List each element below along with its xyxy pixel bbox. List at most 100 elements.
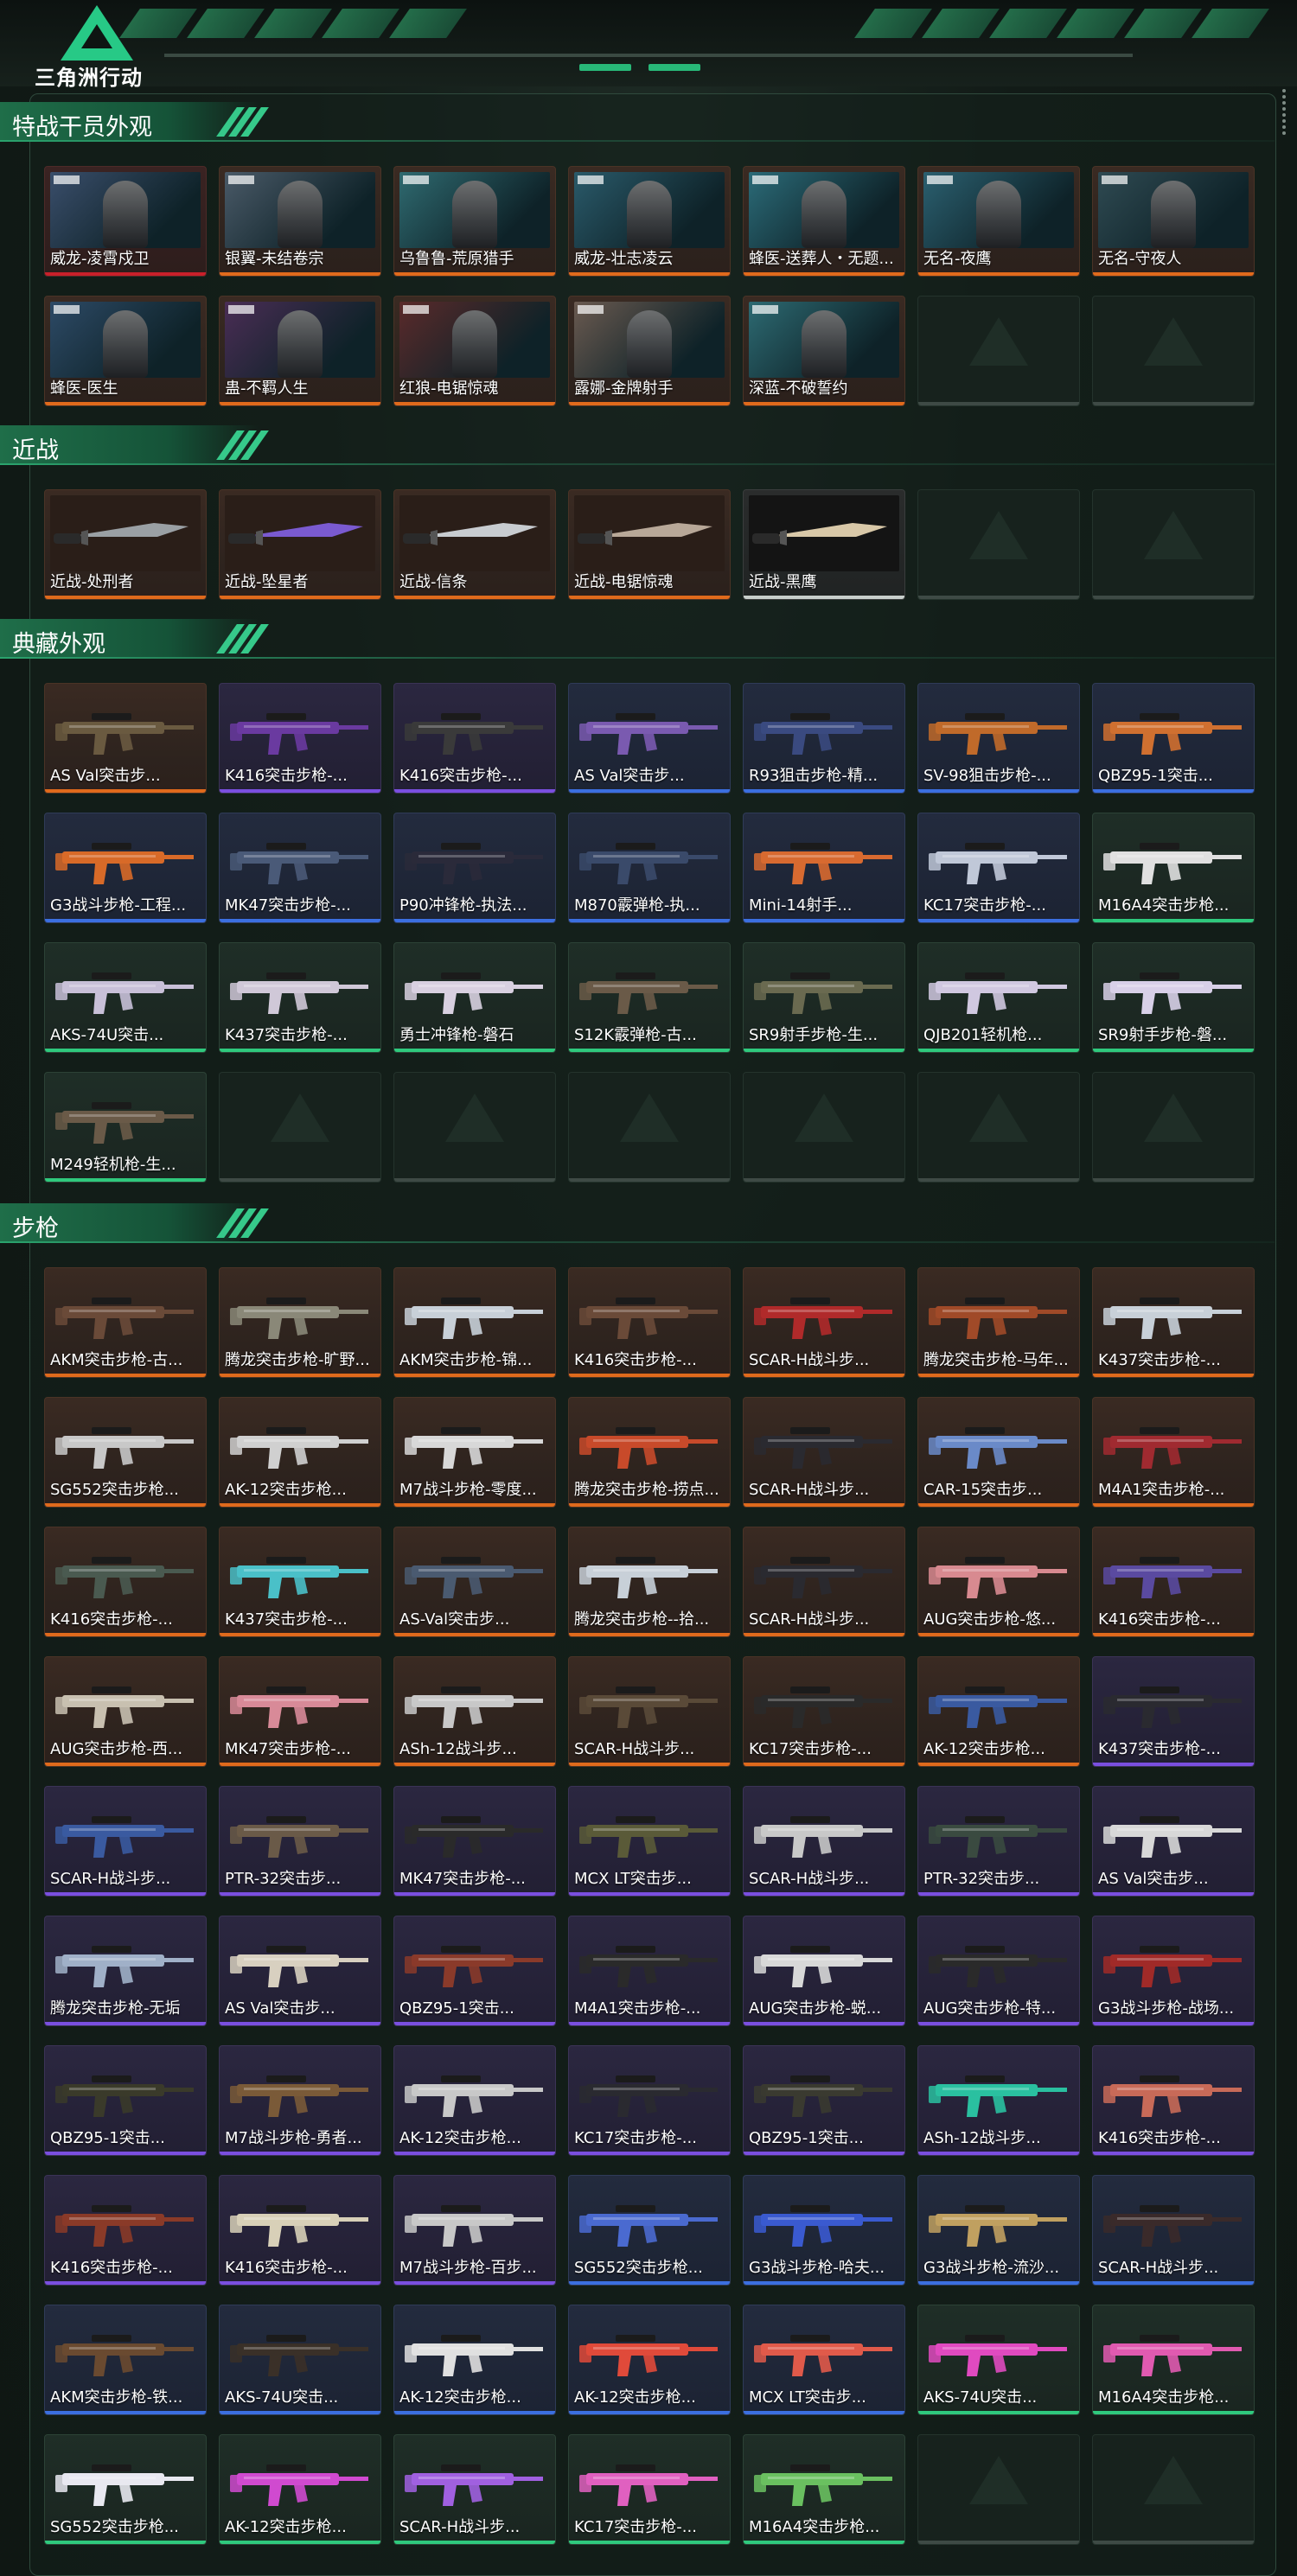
- skin-card[interactable]: AKM突击步枪-锦...: [393, 1267, 556, 1378]
- skin-card[interactable]: QJB201轻机枪...: [917, 942, 1080, 1053]
- skin-card[interactable]: 近战-电锯惊魂: [568, 489, 731, 600]
- skin-card[interactable]: K437突击步枪-...: [1092, 1656, 1255, 1767]
- skin-card[interactable]: 腾龙突击步枪-马年...: [917, 1267, 1080, 1378]
- skin-card[interactable]: AUG突击步枪-西...: [44, 1656, 207, 1767]
- skin-card[interactable]: SCAR-H战斗步...: [743, 1527, 905, 1637]
- skin-card[interactable]: AK-12突击步枪...: [568, 2305, 731, 2415]
- skin-card[interactable]: AS Val突击步...: [1092, 1786, 1255, 1897]
- skin-card[interactable]: MK47突击步枪-...: [219, 813, 381, 923]
- skin-card[interactable]: MCX LT突击步...: [568, 1786, 731, 1897]
- skin-card[interactable]: 无名-守夜人: [1092, 166, 1255, 277]
- skin-card[interactable]: SCAR-H战斗步...: [743, 1397, 905, 1508]
- skin-card[interactable]: M870霰弹枪-执...: [568, 813, 731, 923]
- skin-card[interactable]: SG552突击步枪...: [568, 2175, 731, 2286]
- skin-card[interactable]: G3战斗步枪-战场...: [1092, 1916, 1255, 2026]
- skin-card[interactable]: SV-98狙击步枪-...: [917, 683, 1080, 794]
- skin-card[interactable]: AUG突击步枪-特...: [917, 1916, 1080, 2026]
- skin-card[interactable]: M249轻机枪-生...: [44, 1072, 207, 1183]
- skin-card[interactable]: K416突击步枪-...: [44, 1527, 207, 1637]
- skin-card[interactable]: K437突击步枪-...: [1092, 1267, 1255, 1378]
- skin-card[interactable]: M4A1突击步枪-...: [568, 1916, 731, 2026]
- skin-card[interactable]: K416突击步枪-...: [219, 2175, 381, 2286]
- skin-card[interactable]: 威龙-壮志凌云: [568, 166, 731, 277]
- skin-card[interactable]: AS-Val突击步...: [393, 1527, 556, 1637]
- skin-card[interactable]: AKS-74U突击...: [219, 2305, 381, 2415]
- skin-card[interactable]: Mini-14射手...: [743, 813, 905, 923]
- skin-card[interactable]: QBZ95-1突击...: [1092, 683, 1255, 794]
- skin-card[interactable]: 蜂医-医生: [44, 296, 207, 406]
- skin-card[interactable]: AKS-74U突击...: [44, 942, 207, 1053]
- skin-card[interactable]: ASh-12战斗步...: [917, 2045, 1080, 2156]
- skin-card[interactable]: KC17突击步枪-...: [743, 1656, 905, 1767]
- skin-card[interactable]: K437突击步枪-...: [219, 1527, 381, 1637]
- scrollbar-indicator[interactable]: [1281, 86, 1287, 137]
- skin-card[interactable]: M16A4突击步枪...: [743, 2434, 905, 2545]
- skin-card[interactable]: 勇士冲锋枪-磐石: [393, 942, 556, 1053]
- skin-card[interactable]: SCAR-H战斗步...: [44, 1786, 207, 1897]
- skin-card[interactable]: 近战-处刑者: [44, 489, 207, 600]
- skin-card[interactable]: M7战斗步枪-零度...: [393, 1397, 556, 1508]
- skin-card[interactable]: AKS-74U突击...: [917, 2305, 1080, 2415]
- skin-card[interactable]: S12K霰弹枪-古...: [568, 942, 731, 1053]
- skin-card[interactable]: KC17突击步枪-...: [568, 2434, 731, 2545]
- skin-card[interactable]: SR9射手步枪-生...: [743, 942, 905, 1053]
- skin-card[interactable]: K416突击步枪-...: [1092, 2045, 1255, 2156]
- skin-card[interactable]: MK47突击步枪-...: [219, 1656, 381, 1767]
- skin-card[interactable]: SG552突击步枪...: [44, 1397, 207, 1508]
- skin-card[interactable]: K416突击步枪-...: [568, 1267, 731, 1378]
- skin-card[interactable]: P90冲锋枪-执法...: [393, 813, 556, 923]
- skin-card[interactable]: AK-12突击步枪...: [917, 1656, 1080, 1767]
- skin-card[interactable]: AKM突击步枪-铁...: [44, 2305, 207, 2415]
- skin-card[interactable]: R93狙击步枪-精...: [743, 683, 905, 794]
- skin-card[interactable]: 蛊-不羁人生: [219, 296, 381, 406]
- skin-card[interactable]: QBZ95-1突击...: [44, 2045, 207, 2156]
- skin-card[interactable]: MCX LT突击步...: [743, 2305, 905, 2415]
- skin-card[interactable]: KC17突击步枪-...: [568, 2045, 731, 2156]
- skin-card[interactable]: K416突击步枪-...: [219, 683, 381, 794]
- skin-card[interactable]: AK-12突击步枪...: [219, 2434, 381, 2545]
- skin-card[interactable]: 露娜-金牌射手: [568, 296, 731, 406]
- skin-card[interactable]: G3战斗步枪-工程...: [44, 813, 207, 923]
- skin-card[interactable]: K416突击步枪-...: [1092, 1527, 1255, 1637]
- skin-card[interactable]: CAR-15突击步...: [917, 1397, 1080, 1508]
- skin-card[interactable]: AUG突击步枪-悠...: [917, 1527, 1080, 1637]
- skin-card[interactable]: SCAR-H战斗步...: [393, 2434, 556, 2545]
- skin-card[interactable]: 蜂医-送葬人・无题...: [743, 166, 905, 277]
- skin-card[interactable]: ASh-12战斗步...: [393, 1656, 556, 1767]
- skin-card[interactable]: M7战斗步枪-勇者...: [219, 2045, 381, 2156]
- skin-card[interactable]: SCAR-H战斗步...: [743, 1786, 905, 1897]
- skin-card[interactable]: SCAR-H战斗步...: [1092, 2175, 1255, 2286]
- skin-card[interactable]: 腾龙突击步枪--拾...: [568, 1527, 731, 1637]
- skin-card[interactable]: 腾龙突击步枪-旷野...: [219, 1267, 381, 1378]
- skin-card[interactable]: 红狼-电锯惊魂: [393, 296, 556, 406]
- skin-card[interactable]: MK47突击步枪-...: [393, 1786, 556, 1897]
- skin-card[interactable]: PTR-32突击步...: [917, 1786, 1080, 1897]
- skin-card[interactable]: AS Val突击步...: [568, 683, 731, 794]
- skin-card[interactable]: 银翼-未结卷宗: [219, 166, 381, 277]
- skin-card[interactable]: AUG突击步枪-蜕...: [743, 1916, 905, 2026]
- skin-card[interactable]: K416突击步枪-...: [44, 2175, 207, 2286]
- skin-card[interactable]: AS Val突击步...: [219, 1916, 381, 2026]
- skin-card[interactable]: K416突击步枪-...: [393, 683, 556, 794]
- skin-card[interactable]: 威龙-凌霄戍卫: [44, 166, 207, 277]
- skin-card[interactable]: 深蓝-不破誓约: [743, 296, 905, 406]
- skin-card[interactable]: AK-12突击步枪...: [393, 2305, 556, 2415]
- skin-card[interactable]: 乌鲁鲁-荒原猎手: [393, 166, 556, 277]
- skin-card[interactable]: 无名-夜鹰: [917, 166, 1080, 277]
- skin-card[interactable]: M16A4突击步枪...: [1092, 2305, 1255, 2415]
- skin-card[interactable]: G3战斗步枪-哈夫...: [743, 2175, 905, 2286]
- skin-card[interactable]: SG552突击步枪...: [44, 2434, 207, 2545]
- skin-card[interactable]: AS Val突击步...: [44, 683, 207, 794]
- skin-card[interactable]: K437突击步枪-...: [219, 942, 381, 1053]
- skin-card[interactable]: AKM突击步枪-古...: [44, 1267, 207, 1378]
- skin-card[interactable]: AK-12突击步枪...: [219, 1397, 381, 1508]
- skin-card[interactable]: KC17突击步枪-...: [917, 813, 1080, 923]
- skin-card[interactable]: SR9射手步枪-磐...: [1092, 942, 1255, 1053]
- skin-card[interactable]: 近战-黑鹰: [743, 489, 905, 600]
- skin-card[interactable]: M7战斗步枪-百步...: [393, 2175, 556, 2286]
- skin-card[interactable]: G3战斗步枪-流沙...: [917, 2175, 1080, 2286]
- skin-card[interactable]: 腾龙突击步枪-捞点...: [568, 1397, 731, 1508]
- skin-card[interactable]: 近战-信条: [393, 489, 556, 600]
- skin-card[interactable]: QBZ95-1突击...: [393, 1916, 556, 2026]
- skin-card[interactable]: M4A1突击步枪-...: [1092, 1397, 1255, 1508]
